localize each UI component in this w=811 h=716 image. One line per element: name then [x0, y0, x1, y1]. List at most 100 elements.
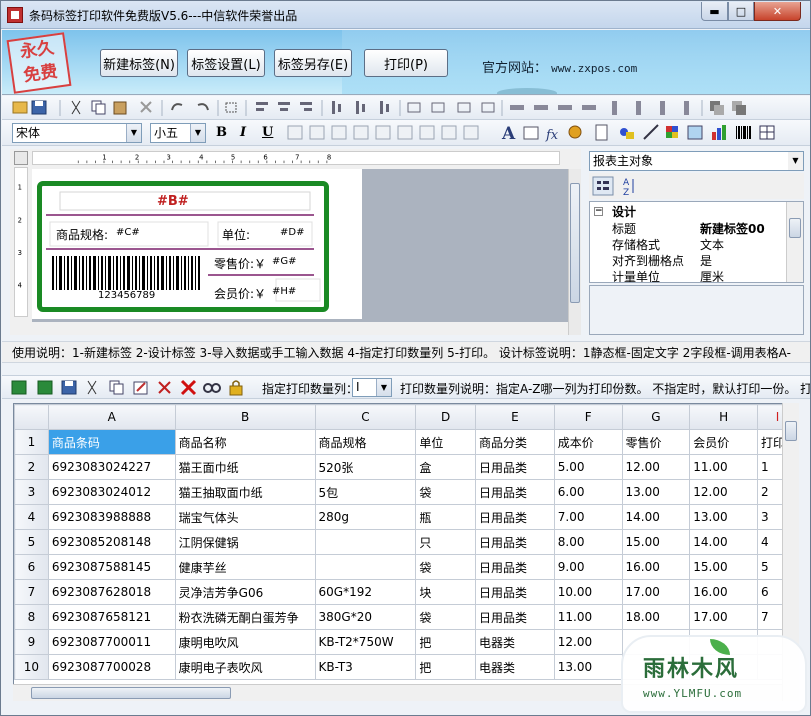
table-cell[interactable]: 13.00: [689, 504, 759, 530]
print-button[interactable]: 打印(P): [364, 49, 448, 77]
retail-price-label[interactable]: 零售价:￥: [214, 255, 266, 272]
designer-scrollbar[interactable]: [568, 169, 581, 335]
property-row[interactable]: 标题 新建标签00: [590, 221, 787, 237]
table-cell[interactable]: 18.00: [621, 604, 691, 630]
table-cell[interactable]: 14.00: [689, 529, 759, 555]
field-box-icon[interactable]: [523, 126, 539, 140]
table-cell[interactable]: 灵净洁芳争G06: [174, 579, 316, 605]
find-icon[interactable]: [203, 383, 221, 393]
sort-az-icon[interactable]: AZ: [623, 178, 634, 198]
table-cell[interactable]: 5包: [314, 479, 417, 505]
table-cell[interactable]: [314, 529, 417, 555]
chart-icon[interactable]: [712, 125, 726, 140]
table-cell[interactable]: 6.00: [553, 479, 623, 505]
column-header[interactable]: F: [553, 404, 623, 430]
table-cell[interactable]: 6923085208148: [47, 529, 176, 555]
table-cell[interactable]: 日用品类: [475, 604, 555, 630]
table-cell[interactable]: 商品规格: [314, 429, 417, 455]
table-cell[interactable]: 盒: [415, 454, 477, 480]
export-excel-icon[interactable]: [37, 380, 53, 395]
font-size-select[interactable]: 小五 ▼: [150, 123, 206, 143]
table-cell[interactable]: 10.00: [553, 579, 623, 605]
field-g[interactable]: #G#: [272, 256, 297, 267]
row-header[interactable]: 8: [14, 604, 49, 630]
settings-icon[interactable]: [568, 125, 582, 139]
table-cell[interactable]: 12.00: [553, 629, 623, 655]
barcode-graphic[interactable]: [52, 256, 200, 290]
table-cell[interactable]: 6923087588145: [47, 554, 176, 580]
table-cell[interactable]: 电器类: [475, 629, 555, 655]
table-cell[interactable]: 9.00: [553, 554, 623, 580]
table-cell[interactable]: 6923083988888: [47, 504, 176, 530]
table-cell[interactable]: 11.00: [689, 454, 759, 480]
scroll-thumb[interactable]: [785, 421, 797, 441]
table-cell[interactable]: 8.00: [553, 529, 623, 555]
categorized-icon[interactable]: [592, 176, 614, 196]
print-qty-column-select[interactable]: I ▼: [352, 378, 392, 397]
formula-icon[interactable]: fx: [545, 128, 559, 143]
object-select[interactable]: 报表主对象 ▼: [589, 151, 804, 171]
table-icon[interactable]: [759, 125, 775, 140]
table-cell[interactable]: 日用品类: [475, 554, 555, 580]
member-price-label[interactable]: 会员价:￥: [214, 285, 266, 302]
table-cell[interactable]: 商品分类: [475, 429, 555, 455]
italic-button[interactable]: I: [240, 125, 246, 140]
column-header[interactable]: E: [475, 404, 555, 430]
color-icon[interactable]: [666, 126, 678, 138]
table-cell[interactable]: 12.00: [621, 454, 691, 480]
table-cell[interactable]: KB-T3: [314, 654, 417, 680]
table-cell[interactable]: 12.00: [689, 479, 759, 505]
table-cell[interactable]: 60G*192: [314, 579, 417, 605]
table-cell[interactable]: 14.00: [621, 504, 691, 530]
label-settings-button[interactable]: 标签设置(L): [187, 49, 265, 77]
column-header[interactable]: B: [174, 404, 316, 430]
column-header[interactable]: A: [47, 404, 176, 430]
clear-icon[interactable]: [180, 379, 197, 396]
table-cell[interactable]: 15.00: [621, 529, 691, 555]
table-cell[interactable]: 280g: [314, 504, 417, 530]
table-cell[interactable]: 把: [415, 629, 477, 655]
save-icon[interactable]: [61, 380, 77, 395]
property-row[interactable]: 计量单位 厘米: [590, 269, 787, 282]
maximize-button[interactable]: □: [728, 2, 754, 21]
image-icon[interactable]: [687, 125, 703, 140]
table-cell[interactable]: 6923083024012: [47, 479, 176, 505]
edit-icon[interactable]: [133, 381, 148, 395]
row-header[interactable]: 1: [14, 429, 49, 455]
import-excel-icon[interactable]: [11, 380, 27, 395]
scroll-thumb[interactable]: [570, 183, 580, 303]
table-cell[interactable]: 只: [415, 529, 477, 555]
save-label-as-button[interactable]: 标签另存(E): [274, 49, 352, 77]
row-header[interactable]: 10: [14, 654, 49, 680]
cut-icon[interactable]: [87, 380, 97, 395]
row-header[interactable]: 4: [14, 504, 49, 530]
table-cell[interactable]: [314, 554, 417, 580]
table-cell[interactable]: 瑞宝气体头: [174, 504, 316, 530]
row-header[interactable]: 2: [14, 454, 49, 480]
table-cell[interactable]: 6923083024227: [47, 454, 176, 480]
property-value[interactable]: 文本: [700, 237, 724, 253]
row-header[interactable]: 9: [14, 629, 49, 655]
property-row[interactable]: 存储格式 文本: [590, 237, 787, 253]
table-cell[interactable]: 380G*20: [314, 604, 417, 630]
text-tool-icon[interactable]: A: [501, 124, 516, 144]
delete-icon[interactable]: [140, 101, 152, 113]
align-icons[interactable]: [256, 101, 746, 115]
copy-icon[interactable]: [91, 100, 106, 115]
table-cell[interactable]: 康明电吹风: [174, 629, 316, 655]
table-cell[interactable]: 16.00: [689, 579, 759, 605]
table-cell[interactable]: 健康芋丝: [174, 554, 316, 580]
property-value[interactable]: 厘米: [700, 269, 724, 282]
table-cell[interactable]: 6923087700028: [47, 654, 176, 680]
underline-button[interactable]: U: [262, 125, 273, 140]
table-cell[interactable]: 6923087658121: [47, 604, 176, 630]
table-cell[interactable]: 袋: [415, 604, 477, 630]
barcode-icon[interactable]: [736, 126, 751, 139]
table-cell[interactable]: 瓶: [415, 504, 477, 530]
table-cell[interactable]: 13.00: [621, 479, 691, 505]
lock-icon[interactable]: [229, 380, 243, 396]
field-b[interactable]: #B#: [157, 194, 189, 209]
table-cell[interactable]: 日用品类: [475, 579, 555, 605]
corner-cell[interactable]: [14, 404, 49, 430]
select-all-icon[interactable]: [225, 102, 237, 113]
